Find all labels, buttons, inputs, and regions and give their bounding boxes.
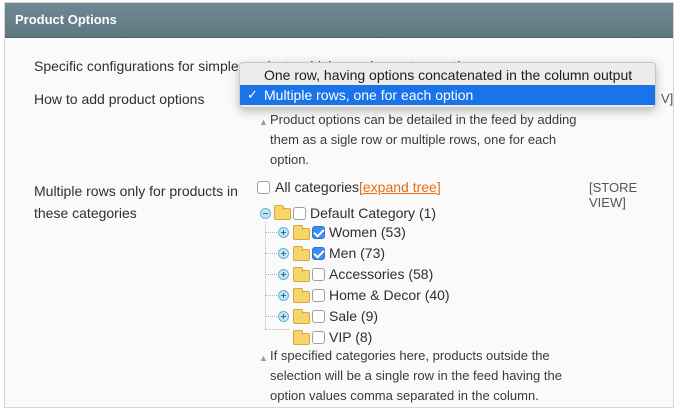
folder-icon bbox=[274, 205, 291, 220]
category-checkbox-default[interactable] bbox=[293, 207, 306, 220]
add-options-label: How to add product options bbox=[34, 91, 205, 107]
store-view-scope: [STORE VIEW] bbox=[589, 180, 638, 210]
note-arrow-icon: ▲ bbox=[259, 117, 268, 127]
category-label-sale: Sale (9) bbox=[329, 308, 379, 324]
expand-icon[interactable] bbox=[278, 290, 289, 301]
categories-note: If specified categories here, products o… bbox=[270, 346, 562, 406]
categories-label: Multiple rows only for products in these… bbox=[34, 180, 238, 224]
expand-icon[interactable] bbox=[278, 311, 289, 322]
expand-icon[interactable] bbox=[278, 269, 289, 280]
tree-connector bbox=[265, 274, 277, 275]
category-checkbox-women[interactable] bbox=[312, 226, 325, 239]
category-label-vip: VIP (8) bbox=[329, 329, 373, 345]
tree-connector bbox=[265, 222, 266, 329]
note-line: Product options can be detailed in the f… bbox=[270, 112, 577, 127]
dropdown-option-label: Multiple rows, one for each option bbox=[264, 87, 474, 103]
folder-icon bbox=[293, 288, 310, 303]
dropdown-option-label: One row, having options concatenated in … bbox=[264, 67, 633, 83]
category-label-default: Default Category (1) bbox=[310, 205, 437, 221]
tree-connector bbox=[265, 329, 289, 330]
note-line: them as a sigle row or multiple rows, on… bbox=[270, 132, 557, 147]
folder-icon bbox=[293, 267, 310, 282]
all-categories-checkbox[interactable] bbox=[257, 181, 270, 194]
dropdown-option-one-row[interactable]: One row, having options concatenated in … bbox=[240, 65, 655, 85]
category-label-women: Women (53) bbox=[329, 224, 406, 240]
note-line: option values comma separated in the col… bbox=[270, 388, 539, 403]
expand-icon[interactable] bbox=[278, 227, 289, 238]
category-checkbox-vip[interactable] bbox=[312, 331, 325, 344]
tree-connector bbox=[265, 232, 277, 233]
categories-label-line: Multiple rows only for products in bbox=[34, 183, 238, 199]
category-label-accessories: Accessories (58) bbox=[329, 266, 434, 282]
note-arrow-icon: ▲ bbox=[259, 353, 268, 363]
expand-icon[interactable] bbox=[278, 248, 289, 259]
panel-header[interactable]: Product Options bbox=[5, 3, 673, 38]
scope-label-partial: V] bbox=[661, 91, 674, 106]
folder-icon bbox=[293, 309, 310, 324]
panel-title: Product Options bbox=[15, 12, 117, 27]
folder-icon bbox=[293, 246, 310, 261]
category-checkbox-men[interactable] bbox=[312, 247, 325, 260]
collapse-icon[interactable] bbox=[260, 208, 271, 219]
tree-connector bbox=[265, 316, 277, 317]
add-options-dropdown-menu[interactable]: One row, having options concatenated in … bbox=[239, 62, 656, 108]
category-checkbox-accessories[interactable] bbox=[312, 268, 325, 281]
categories-label-line: these categories bbox=[34, 205, 137, 221]
category-label-home-decor: Home & Decor (40) bbox=[329, 287, 450, 303]
dropdown-option-multiple-rows[interactable]: ✓ Multiple rows, one for each option bbox=[240, 85, 655, 105]
tree-connector bbox=[265, 253, 277, 254]
note-line: If specified categories here, products o… bbox=[270, 348, 550, 363]
all-categories-label: All categories bbox=[275, 179, 360, 195]
note-line: selection will be a single row in the fe… bbox=[270, 368, 562, 383]
folder-icon bbox=[293, 330, 310, 345]
expand-tree-link[interactable]: [expand tree] bbox=[359, 179, 441, 195]
checkmark-icon: ✓ bbox=[247, 87, 258, 102]
folder-icon bbox=[293, 225, 310, 240]
category-checkbox-sale[interactable] bbox=[312, 310, 325, 323]
note-line: option. bbox=[270, 152, 310, 167]
add-options-note: Product options can be detailed in the f… bbox=[270, 110, 576, 170]
category-label-men: Men (73) bbox=[329, 245, 386, 261]
category-checkbox-home-decor[interactable] bbox=[312, 289, 325, 302]
tree-connector bbox=[265, 295, 277, 296]
